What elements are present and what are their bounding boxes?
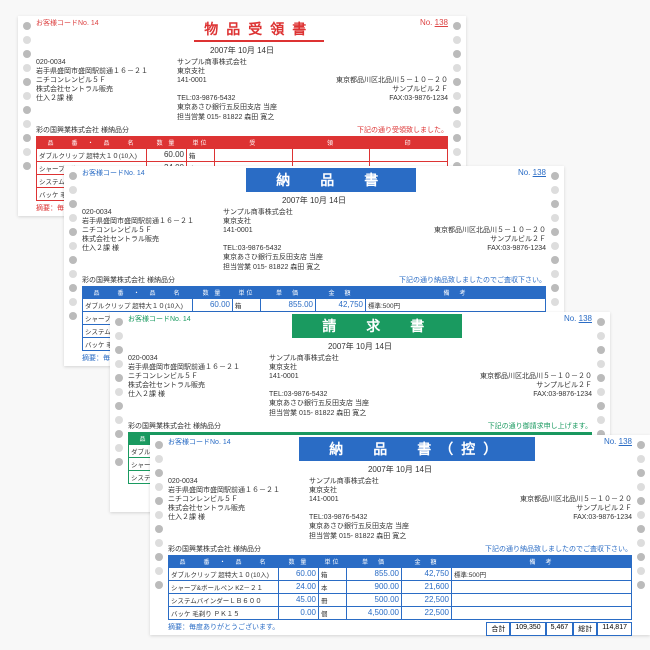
customer-address: 020-0034岩手県盛岡市盛岡駅前通１６－２１ニチコンレンビル５Ｆ株式会社セン… [128,354,263,418]
doc-number: No. 138 [420,18,448,42]
date: 2007年 10月 14日 [168,464,632,475]
customer-code: お客様コードNo. 14 [36,18,99,42]
date: 2007年 10月 14日 [82,195,546,206]
note: 下記の通り受領致しました。 [357,125,448,135]
doc-number: No. 138 [518,168,546,192]
line-items-table: 品 番 ・ 品 名数 量単位単 価金 額備 考 ダブルクリップ 超特大１０(10… [168,555,632,620]
form-title: 納 品 書 [246,168,416,192]
table-row: ダブルクリップ 超特大１０(10入)60.00箱855.0042,750標準:5… [83,298,546,311]
note: 下記の通り御請求申し上げます。 [488,421,592,431]
table-row: シャープ&ボールペン KZ－２１24.00本900.0021,600 [169,580,632,593]
customer-address: 020-0034岩手県盛岡市盛岡駅前通１６－２１ニチコンレンビル５Ｆ株式会社セン… [36,58,171,122]
sender-address: サンプル商事株式会社東京支社 141-0001東京都品川区北品川５－１０－２０ … [269,354,592,418]
footer-thanks: 摘要：毎度ありがとうございます。 [168,622,279,636]
sender-address: サンプル商事株式会社東京支社 141-0001東京都品川区北品川５－１０－２０ … [177,58,448,122]
customer-address: 020-0034岩手県盛岡市盛岡駅前通１６－２１ニチコンレンビル５Ｆ株式会社セン… [168,477,303,541]
recipient: 彩の国興業株式会社 様納品分 [82,275,175,285]
sender-address: サンプル商事株式会社東京支社 141-0001東京都品川区北品川５－１０－２０ … [309,477,632,541]
sender-address: サンプル商事株式会社東京支社 141-0001東京都品川区北品川５－１０－２０ … [223,208,546,272]
customer-code: お客様コードNo. 14 [168,437,231,461]
form-title: 納 品 書（控） [299,437,535,461]
recipient: 彩の国興業株式会社 様納品分 [128,421,221,431]
recipient: 彩の国興業株式会社 様納品分 [168,544,261,554]
date: 2007年 10月 14日 [36,45,448,56]
form-delivery-copy: お客様コードNo. 14 納 品 書（控） No. 138 2007年 10月 … [150,435,650,635]
table-row: バッケ 毛剃り ＰＫ１５0.00個4,500.0022,500 [169,606,632,619]
customer-address: 020-0034岩手県盛岡市盛岡駅前通１６－２１ニチコンレンビル５Ｆ株式会社セン… [82,208,217,272]
table-row: ダブルクリップ 超特大１０(10入)60.00箱 [37,148,448,161]
totals: 合計109,3505,467総計114,817 [486,622,632,636]
customer-code: お客様コードNo. 14 [82,168,145,192]
form-title: 請 求 書 [292,314,462,338]
doc-number: No. 138 [564,314,592,338]
note: 下記の通り納品致しましたのでご査収下さい。 [485,544,632,554]
doc-number: No. 138 [604,437,632,461]
note: 下記の通り納品致しましたのでご査収下さい。 [399,275,546,285]
table-row: システムバインダーＬＢ６００45.00冊500.0022,500 [169,593,632,606]
form-title: 物品受領書 [194,18,324,42]
date: 2007年 10月 14日 [128,341,592,352]
table-row: ダブルクリップ 超特大１０(10入)60.00箱855.0042,750標準:5… [169,567,632,580]
customer-code: お客様コードNo. 14 [128,314,191,338]
recipient: 彩の国興業株式会社 様納品分 [36,125,129,135]
